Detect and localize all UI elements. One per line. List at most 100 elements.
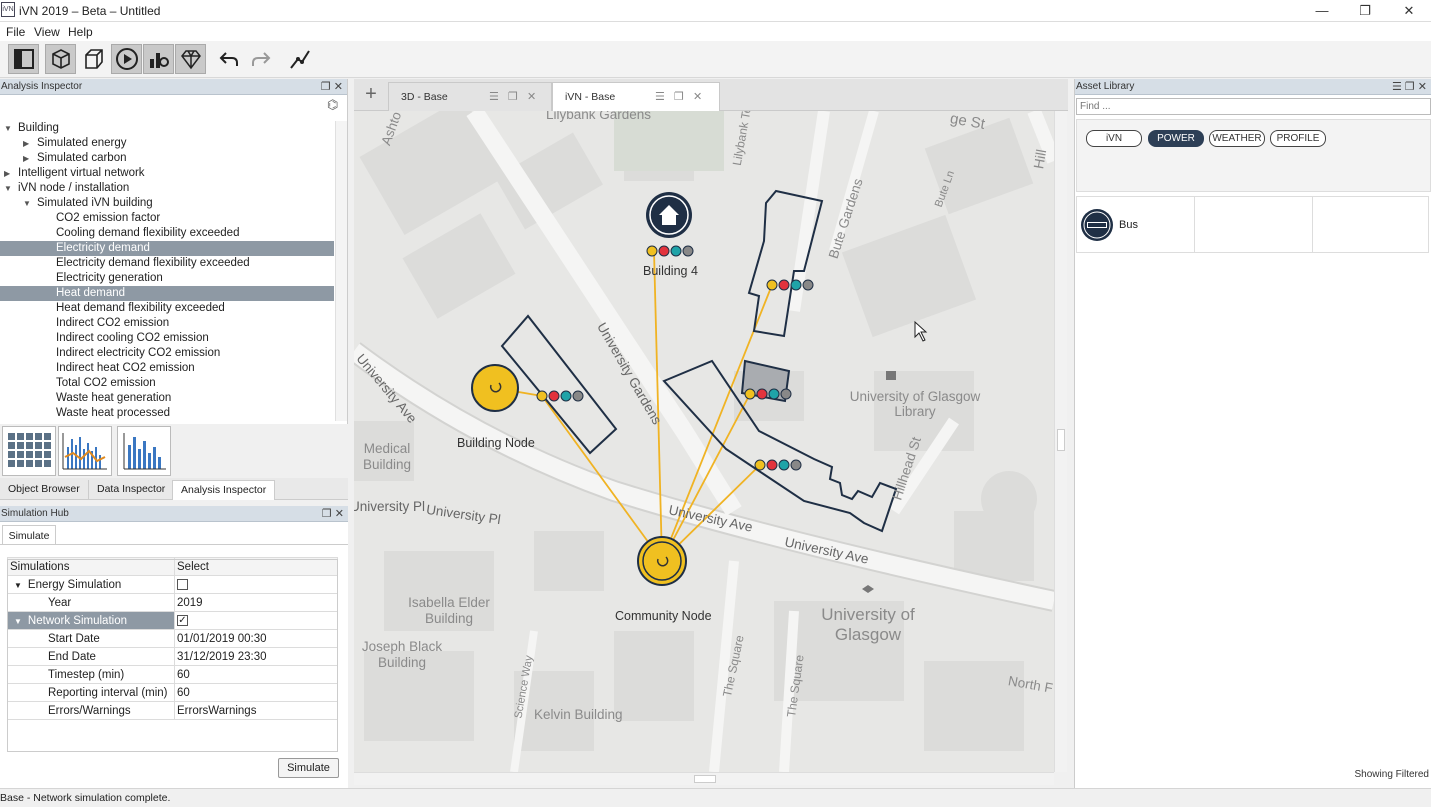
table-row[interactable]: ▼ Network Simulation ✓ (7, 611, 338, 630)
tree-item[interactable]: CO2 emission factor (0, 211, 334, 226)
tab-simulate[interactable]: Simulate (2, 525, 56, 545)
row-value-cell[interactable]: 2019 (174, 593, 338, 612)
table-row[interactable]: Errors/Warnings ErrorsWarnings (7, 701, 338, 720)
filter-power[interactable]: POWER (1148, 130, 1204, 147)
tree-item[interactable]: Heat demand (0, 286, 334, 301)
row-label-cell: Start Date (7, 629, 175, 648)
asset-search-input[interactable] (1076, 98, 1431, 115)
tree-item[interactable]: Indirect cooling CO2 emission (0, 331, 334, 346)
expanded-arrow-icon[interactable]: ▼ (14, 581, 22, 590)
menu-file[interactable]: File (6, 25, 25, 39)
tree-item[interactable]: ▼ iVN node / installation (0, 181, 334, 196)
tree-item[interactable]: Indirect CO2 emission (0, 316, 334, 331)
title-bar: iVN iVN 2019 – Beta – Untitled — ❐ ✕ (0, 0, 1431, 22)
table-row[interactable]: Start Date 01/01/2019 00:30 (7, 629, 338, 648)
heatmap-chart-icon[interactable] (2, 426, 56, 476)
add-view-button[interactable]: + (358, 82, 384, 108)
panel-controls[interactable]: ❐ ✕ (322, 506, 344, 522)
tree-item[interactable]: Total CO2 emission (0, 376, 334, 391)
tab-menu-icon[interactable]: ☰ (655, 83, 665, 111)
gem-icon[interactable]: ⌬ (327, 97, 338, 113)
line-chart-icon[interactable] (58, 426, 112, 476)
tree-item[interactable]: Indirect heat CO2 emission (0, 361, 334, 376)
select-checkbox[interactable]: ✓ (177, 614, 188, 626)
bar-chart-icon[interactable] (117, 426, 171, 476)
3d-view-button[interactable] (45, 44, 76, 74)
close-button[interactable]: ✕ (1389, 2, 1429, 20)
tab-float-icon[interactable]: ❐ (674, 83, 684, 111)
menu-view[interactable]: View (34, 25, 60, 39)
collapsed-arrow-icon[interactable]: ▶ (4, 166, 10, 181)
expanded-arrow-icon[interactable]: ▼ (14, 617, 22, 626)
tab-analysis-inspector[interactable]: Analysis Inspector (172, 480, 276, 500)
tree-scrollbar[interactable] (335, 121, 347, 421)
map-vertical-scrollbar[interactable] (1054, 111, 1067, 772)
filter-weather[interactable]: WEATHER (1209, 130, 1265, 147)
panel-controls[interactable]: ☰ ❐ ✕ (1392, 79, 1427, 95)
tree-item[interactable]: Indirect electricity CO2 emission (0, 346, 334, 361)
filter-ivn[interactable]: iVN (1086, 130, 1142, 147)
tree-item[interactable]: Cooling demand flexibility exceeded (0, 226, 334, 241)
panel-controls[interactable]: ❐ ✕ (321, 79, 343, 95)
tab-ivn-base[interactable]: iVN - Base ☰ ❐ ✕ (552, 82, 720, 112)
tab-menu-icon[interactable]: ☰ (489, 83, 499, 111)
tree-item[interactable]: ▼ Building (0, 121, 334, 136)
tab-object-browser[interactable]: Object Browser (0, 480, 89, 500)
tree-item[interactable]: Heat demand flexibility exceeded (0, 301, 334, 316)
expanded-arrow-icon[interactable]: ▼ (4, 121, 12, 136)
minimize-button[interactable]: — (1302, 2, 1342, 20)
row-value-cell[interactable]: 60 (174, 683, 338, 702)
menu-help[interactable]: Help (68, 25, 93, 39)
tab-close-icon[interactable]: ✕ (693, 83, 702, 111)
collapsed-arrow-icon[interactable]: ▶ (23, 136, 29, 151)
row-value-cell[interactable]: 31/12/2019 23:30 (174, 647, 338, 666)
play-button[interactable] (111, 44, 142, 74)
table-row[interactable]: Year 2019 (7, 593, 338, 612)
redo-button[interactable] (245, 44, 276, 74)
row-label: Timestep (min) (48, 668, 125, 681)
tab-3d-base[interactable]: 3D - Base ☰ ❐ ✕ (388, 82, 552, 111)
tree-item[interactable]: ▶ Intelligent virtual network (0, 166, 334, 181)
tree-item[interactable]: Electricity generation (0, 271, 334, 286)
library-icon (886, 371, 896, 380)
restore-button[interactable]: ❐ (1345, 2, 1385, 20)
tab-float-icon[interactable]: ❐ (508, 83, 518, 111)
analysis-button[interactable] (143, 44, 174, 74)
community-node[interactable] (637, 536, 687, 586)
tree-item[interactable]: Electricity demand flexibility exceeded (0, 256, 334, 271)
table-row[interactable]: End Date 31/12/2019 23:30 (7, 647, 338, 666)
asset-bus[interactable]: Bus (1077, 197, 1195, 252)
row-value-cell[interactable]: 01/01/2019 00:30 (174, 629, 338, 648)
panel-toggle-button[interactable] (8, 44, 39, 74)
tree-item[interactable]: ▼ Simulated iVN building (0, 196, 334, 211)
tab-close-icon[interactable]: ✕ (527, 83, 536, 111)
tree-item[interactable]: Waste heat processed (0, 406, 334, 421)
building-4-node[interactable] (646, 192, 692, 238)
row-value-cell[interactable]: ✓ (174, 611, 338, 630)
table-row[interactable]: Reporting interval (min) 60 (7, 683, 338, 702)
row-value-cell[interactable]: 60 (174, 665, 338, 684)
tree-item[interactable]: ▶ Simulated energy (0, 136, 334, 151)
filter-profile[interactable]: PROFILE (1270, 130, 1326, 147)
row-value-cell[interactable]: ErrorsWarnings (174, 701, 338, 720)
row-value-cell[interactable] (174, 575, 338, 594)
map-view[interactable]: Lilybank Gardens Lilybank Te ge St Bute … (354, 111, 1054, 772)
expanded-arrow-icon[interactable]: ▼ (4, 181, 12, 196)
tree-item[interactable]: Waste heat generation (0, 391, 334, 406)
collapsed-arrow-icon[interactable]: ▶ (23, 151, 29, 166)
tab-data-inspector[interactable]: Data Inspector (89, 480, 175, 500)
table-row[interactable]: Timestep (min) 60 (7, 665, 338, 684)
box-outline-button[interactable] (78, 44, 109, 74)
tab-divider (0, 544, 348, 545)
table-row[interactable]: ▼ Energy Simulation (7, 575, 338, 594)
map-horizontal-scrollbar[interactable] (354, 772, 1054, 785)
network-button[interactable] (284, 44, 315, 74)
tree-item[interactable]: Electricity demand (0, 241, 334, 256)
gem-button[interactable] (175, 44, 206, 74)
tree-item[interactable]: ▶ Simulated carbon (0, 151, 334, 166)
undo-button[interactable] (213, 44, 244, 74)
expanded-arrow-icon[interactable]: ▼ (23, 196, 31, 211)
building-node[interactable] (471, 364, 519, 412)
simulate-button[interactable]: Simulate (278, 758, 339, 778)
select-checkbox[interactable] (177, 578, 188, 590)
